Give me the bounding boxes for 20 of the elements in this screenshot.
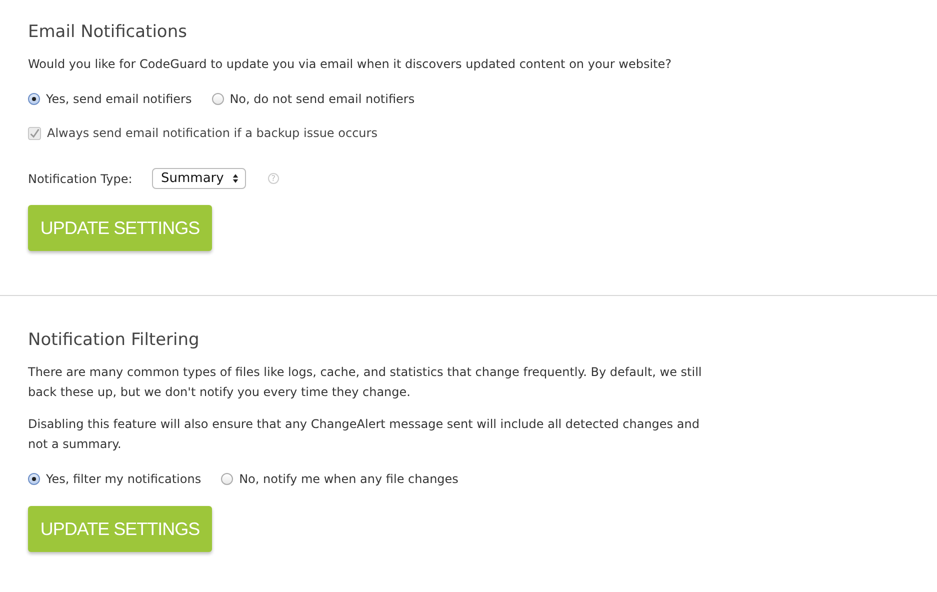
radio-button[interactable] — [221, 473, 234, 485]
radio-label: Yes, send email notifiers — [46, 92, 192, 106]
radio-label: Yes, filter my notifications — [46, 472, 202, 486]
radio-button[interactable] — [28, 473, 40, 485]
radio-label: No, do not send email notifiers — [230, 92, 415, 106]
description-text: Would you like for CodeGuard to update you via email when it discovers updated content on your website? — [28, 56, 672, 73]
update-settings-button[interactable]: UPDATE SETTINGS — [28, 506, 212, 552]
section-title: Notification Filtering — [28, 330, 200, 350]
description-text: Disabling this feature will also ensure that any ChangeAlert message sent will include all detected changes and not a summary. — [28, 416, 700, 453]
description-text: There are many common types of files like logs, cache, and statistics that change frequently. By default, we still back these up, but we don't notify you every time they change. — [28, 364, 703, 401]
update-settings-button[interactable]: UPDATE SETTINGS — [28, 205, 212, 251]
checkbox-label: Always send email notification if a backup issue occurs — [47, 126, 378, 140]
help-icon[interactable]: ? — [268, 173, 279, 184]
radio-label: No, notify me when any file changes — [239, 472, 458, 486]
notification-type-select[interactable]: Summary — [152, 168, 246, 189]
radio-button[interactable] — [212, 93, 224, 105]
up-down-arrows-icon — [232, 173, 239, 184]
field-label: Notification Type: — [28, 172, 134, 186]
section-title: Email Notifications — [28, 22, 188, 42]
radio-button[interactable] — [28, 93, 40, 105]
